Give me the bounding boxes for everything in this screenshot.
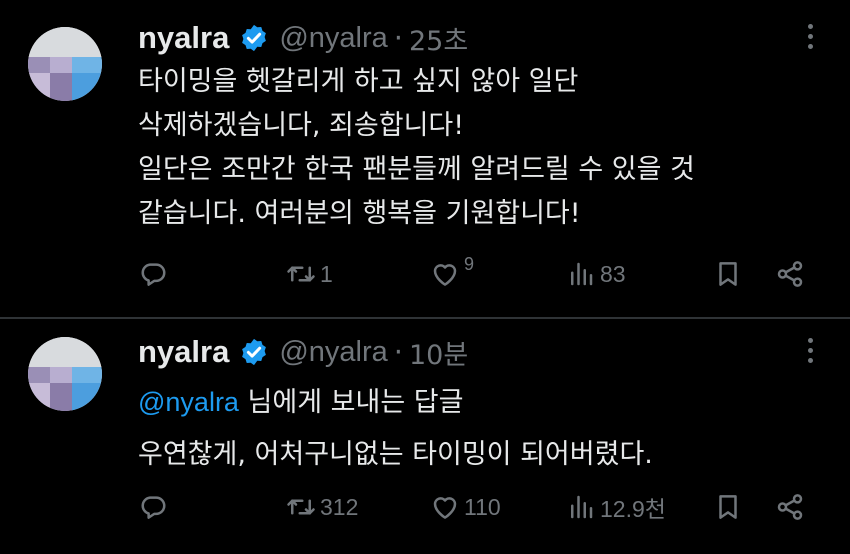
reply-icon [141,496,166,519]
tweet-text-line: 타이밍을 헷갈리게 하고 싶지 않아 일단 [138,66,579,97]
bookmark-button[interactable] [713,254,743,294]
bar-chart-icon [571,495,593,519]
bookmark-icon [719,495,737,519]
retweet-icon [287,499,315,515]
avatar-pixel [50,73,72,101]
avatar-pixel [28,27,102,57]
tweet-text: 타이밍을 헷갈리게 하고 싶지 않아 일단 삭제하겠습니다, 죄송합니다! 일단… [138,60,695,236]
like-button[interactable]: 110 [430,487,501,527]
tweet-header: nyalra @nyalra · 25초 [138,18,468,58]
avatar[interactable] [28,337,102,411]
avatar-pixel [50,57,72,73]
verified-badge-icon [242,24,267,52]
reply-mention-link[interactable]: @nyalra [138,387,239,417]
handle[interactable]: @nyalra [279,336,387,369]
more-options-icon[interactable] [806,24,814,54]
action-bar: 1 9 83 [0,254,850,294]
views-button[interactable]: 12.9천 [566,487,666,527]
bookmark-button[interactable] [713,487,743,527]
avatar-pixel [72,57,102,73]
tweet-text: 우연찮게, 어처구니없는 타이밍이 되어버렸다. [138,433,653,477]
retweet-count: 1 [320,260,333,287]
avatar-pixel [72,367,102,383]
tweet-header: nyalra @nyalra · 10분 [138,332,468,372]
reply-to-label: 님에게 보내는 답글 [238,387,464,418]
avatar-pixel [72,383,102,411]
handle[interactable]: @nyalra [279,22,387,55]
retweet-count: 312 [320,493,359,520]
display-name[interactable]: nyalra [138,20,229,56]
separator: · [393,335,403,369]
avatar-pixel [28,367,50,383]
retweet-icon [287,266,315,282]
like-button[interactable]: 9 [430,254,474,294]
heart-icon [433,264,457,286]
tweet-text-line: 같습니다. 여러분의 행복을 기원합니다! [138,198,581,229]
share-button[interactable] [775,487,805,527]
verified-badge-icon [242,338,267,366]
timestamp[interactable]: 25초 [409,19,468,58]
avatar-pixel [72,73,102,101]
like-count: 110 [464,493,501,520]
avatar-pixel [28,73,50,101]
retweet-button[interactable]: 1 [286,254,333,294]
tweet-text-line: 일단은 조만간 한국 팬분들께 알려드릴 수 있을 것 [138,154,695,185]
avatar-pixel [28,383,50,411]
tweet-text-line: 삭제하겠습니다, 죄송합니다! [138,110,465,141]
timestamp[interactable]: 10분 [409,333,468,372]
share-button[interactable] [775,254,805,294]
replying-to: @nyalra 님에게 보내는 답글 [138,380,463,425]
reply-icon [141,263,166,286]
avatar-pixel [50,383,72,411]
avatar-pixel [28,337,102,367]
heart-icon [433,497,457,519]
display-name[interactable]: nyalra [138,334,229,370]
tweet-text-line: 우연찮게, 어처구니없는 타이밍이 되어버렸다. [138,439,653,470]
separator: · [393,21,403,55]
avatar-pixel [50,367,72,383]
bar-chart-icon [571,262,593,286]
tweet[interactable]: nyalra @nyalra · 10분 @nyalra 님에게 보내는 답글 … [0,320,850,554]
tweet[interactable]: nyalra @nyalra · 25초 타이밍을 헷갈리게 하고 싶지 않아 … [0,0,850,318]
share-icon [777,261,803,287]
reply-button[interactable] [138,487,168,527]
reply-button[interactable] [138,254,168,294]
tweet-divider [0,317,850,319]
views-count: 12.9천 [600,496,666,522]
avatar-pixel [28,57,50,73]
views-button[interactable]: 83 [566,254,626,294]
action-bar: 312 110 12.9천 [0,487,850,527]
bookmark-icon [719,262,737,286]
share-icon [777,494,803,520]
avatar[interactable] [28,27,102,101]
more-options-icon[interactable] [806,338,814,368]
like-count: 9 [464,254,475,274]
retweet-button[interactable]: 312 [286,487,358,527]
views-count: 83 [600,260,626,287]
